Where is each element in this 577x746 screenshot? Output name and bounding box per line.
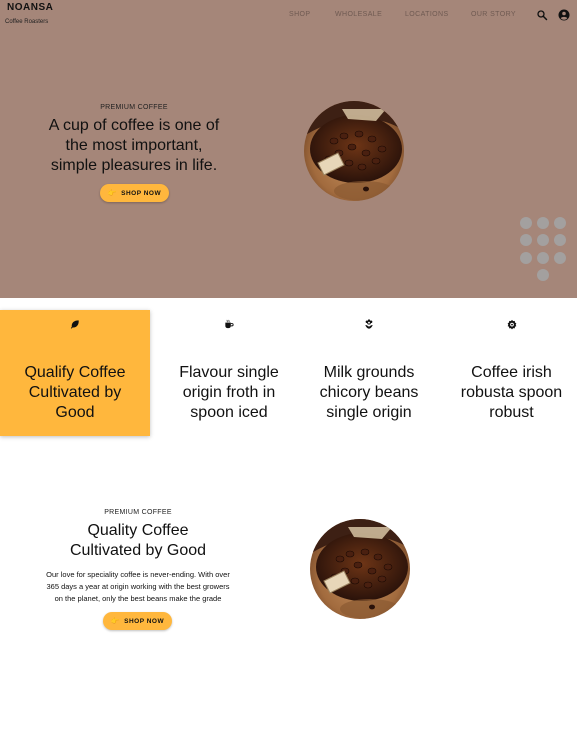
leaf-icon [70, 320, 79, 329]
feature-text-line: Cultivated by [28, 384, 122, 401]
badge-icon [507, 319, 516, 330]
about-title-line: Quality Coffee [87, 522, 189, 539]
hero-coffee-image [304, 101, 404, 201]
hero-title-line: A cup of coffee is one of [48, 117, 220, 134]
feature-text-line: Coffee irish [471, 364, 552, 381]
about-title-line: Cultivated by Good [69, 542, 207, 559]
decorative-dot [520, 217, 532, 229]
hero-title-line: the most important, [65, 137, 203, 154]
hero-title-line: simple pleasures in life. [50, 157, 218, 174]
hand-point-icon: 👉 [110, 618, 121, 625]
nav-locations[interactable]: LOCATIONS [405, 11, 449, 18]
feature-text: Flavour single origin froth in spoon ice… [152, 363, 306, 423]
feature-card-quality[interactable]: Qualify Coffee Cultivated by Good [0, 310, 150, 436]
feature-text-line: robusta spoon [460, 384, 563, 401]
brand-subtitle: Coffee Roasters [5, 19, 49, 25]
feature-text-line: Good [55, 404, 95, 421]
feature-text-line: single origin [326, 404, 412, 421]
decorative-dot [554, 234, 566, 246]
decorative-dots [518, 217, 572, 287]
hero-title: A cup of coffee is one of the most impor… [0, 116, 268, 176]
decorative-dot [554, 217, 566, 229]
decorative-dot [537, 234, 549, 246]
feature-card-milk[interactable]: Milk grounds chicory beans single origin [306, 310, 432, 436]
feature-card-irish[interactable]: Coffee irish robusta spoon robust [446, 310, 577, 436]
about-body-line: 365 days a year at origin working with t… [46, 582, 230, 591]
about-shop-now-label: SHOP NOW [124, 617, 165, 625]
hand-point-icon: 👉 [107, 190, 118, 197]
decorative-dot [520, 234, 532, 246]
top-app-bar: NOANSA Coffee Roasters SHOP WHOLESALE LO… [0, 0, 577, 30]
decorative-dot [537, 269, 549, 281]
about-eyebrow: PREMIUM COFFEE [104, 509, 172, 516]
account-icon[interactable] [558, 9, 570, 21]
about-title: Quality Coffee Cultivated by Good [0, 521, 276, 561]
about-body: Our love for speciality coffee is never-… [38, 569, 238, 605]
nav-our-story[interactable]: OUR STORY [471, 11, 516, 18]
feature-text: Coffee irish robusta spoon robust [446, 363, 577, 423]
about-body-line: on the planet, only the best beans make … [54, 594, 222, 603]
about-shop-now-button[interactable]: 👉 SHOP NOW [103, 612, 172, 630]
feature-text-line: robust [489, 404, 534, 421]
search-icon[interactable] [536, 9, 548, 21]
decorative-dot [537, 217, 549, 229]
brand-name[interactable]: NOANSA [7, 2, 53, 13]
coffee-cup-icon [225, 319, 234, 329]
hero-shop-now-button[interactable]: 👉 SHOP NOW [100, 184, 169, 202]
hero-section: PREMIUM COFFEE A cup of coffee is one of… [0, 30, 577, 298]
about-coffee-image [310, 519, 410, 619]
feature-text-line: Qualify Coffee [24, 364, 126, 381]
decorative-dot [554, 252, 566, 264]
features-row: Qualify Coffee Cultivated by Good Flavou… [0, 310, 577, 436]
feature-text-line: chicory beans [319, 384, 419, 401]
feature-text-line: Flavour single [179, 364, 279, 381]
feature-text: Qualify Coffee Cultivated by Good [0, 363, 150, 423]
hero-eyebrow: PREMIUM COFFEE [100, 104, 168, 111]
nav-shop[interactable]: SHOP [289, 11, 310, 18]
flower-icon [365, 319, 373, 329]
feature-card-flavour[interactable]: Flavour single origin froth in spoon ice… [152, 310, 306, 436]
feature-text: Milk grounds chicory beans single origin [306, 363, 432, 423]
about-body-line: Our love for speciality coffee is never-… [46, 570, 230, 579]
feature-text-line: Milk grounds [323, 364, 415, 381]
hero-shop-now-label: SHOP NOW [121, 189, 162, 197]
feature-text-line: origin froth in [182, 384, 276, 401]
nav-wholesale[interactable]: WHOLESALE [335, 11, 382, 18]
decorative-dot [520, 252, 532, 264]
feature-text-line: spoon iced [190, 404, 268, 421]
decorative-dot [537, 252, 549, 264]
